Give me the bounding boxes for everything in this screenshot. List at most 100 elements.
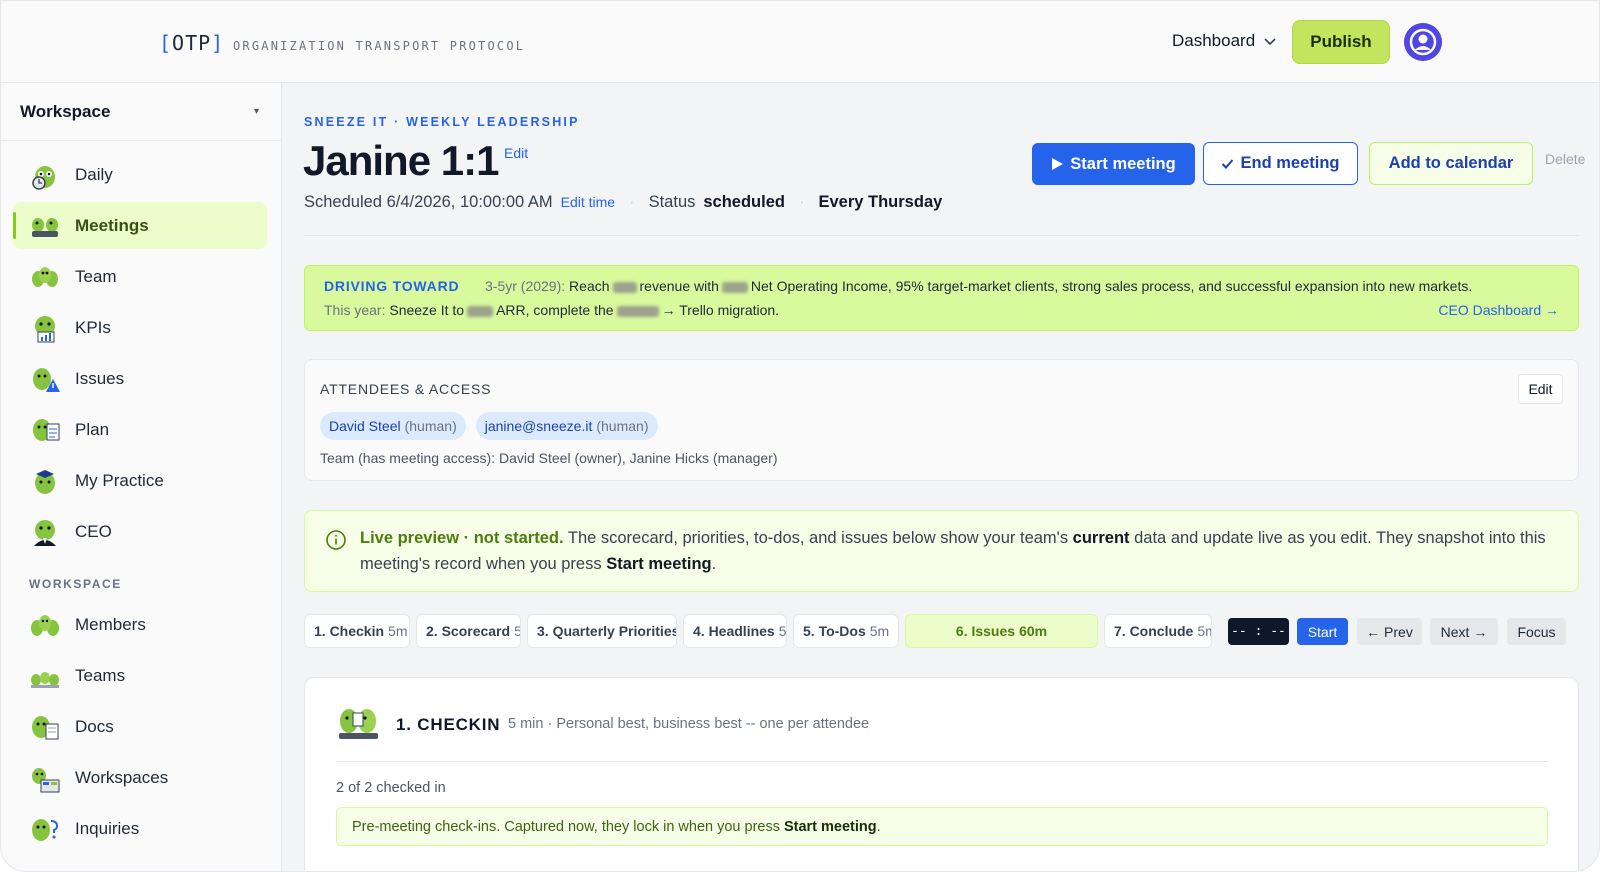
driving-toward-label: DRIVING TOWARD <box>324 278 460 294</box>
status-value: scheduled <box>703 193 785 211</box>
agenda-timer: -- : -- <box>1228 618 1289 645</box>
mascot-inquiries-icon <box>32 818 59 841</box>
breadcrumb[interactable]: SNEEZE IT · WEEKLY LEADERSHIP <box>304 115 580 129</box>
agenda-step-quarterly-priorities[interactable]: 3. Quarterly Priorities5m <box>527 614 677 648</box>
dashboard-select[interactable]: Dashboard <box>1172 31 1277 51</box>
sidebar-item-label: Plan <box>75 419 110 439</box>
publish-button[interactable]: Publish <box>1292 20 1390 64</box>
mascot-checkin-icon <box>339 709 378 739</box>
avatar[interactable] <box>1404 23 1442 61</box>
step-label: 1. Checkin <box>314 623 385 639</box>
attendee-kind: (human) <box>404 418 457 434</box>
scheduled-time: Scheduled 6/4/2026, 10:00:00 AM <box>304 193 553 211</box>
this-year-text: → Trello migration. <box>661 302 780 318</box>
edit-time-link[interactable]: Edit time <box>561 194 615 210</box>
sidebar-item-docs[interactable]: Docs <box>13 703 267 750</box>
step-minutes: 5m <box>514 623 520 639</box>
agenda-step-todos[interactable]: 5. To-Dos 5m <box>793 614 899 648</box>
agenda-step-conclude[interactable]: 7. Conclude5m <box>1104 614 1212 648</box>
agenda-step-checkin[interactable]: 1. Checkin 5m <box>304 614 410 648</box>
mascot-ceo-icon <box>34 519 56 546</box>
checkin-count: 2 of 2 checked in <box>336 780 446 796</box>
redacted-value <box>467 305 494 317</box>
attendee-name: David Steel <box>329 418 401 434</box>
sidebar-item-my-practice[interactable]: My Practice <box>13 457 267 504</box>
divider <box>304 235 1579 236</box>
checkin-section: 1. CHECKIN 5 min · Personal best, busine… <box>304 677 1579 871</box>
agenda-next-button[interactable]: Next → <box>1430 618 1498 645</box>
sidebar-item-daily[interactable]: Daily <box>13 151 267 198</box>
add-to-calendar-button[interactable]: Add to calendar <box>1369 142 1533 185</box>
agenda-step-headlines[interactable]: 4. Headlines5m <box>683 614 787 648</box>
mascot-workspaces-icon <box>32 767 60 792</box>
preview-bold: current <box>1072 529 1130 547</box>
sidebar-item-issues[interactable]: Issues <box>13 355 267 402</box>
preview-text: The scorecard, priorities, to-dos, and i… <box>567 529 1069 547</box>
sidebar-item-workspaces[interactable]: Workspaces <box>13 754 267 801</box>
sidebar-item-ceo[interactable]: CEO <box>13 508 267 555</box>
mascot-issues-icon <box>33 367 60 392</box>
sidebar-section-heading: WORKSPACE <box>29 577 122 591</box>
live-preview-banner: Live preview · not started. The scorecar… <box>304 510 1579 592</box>
agenda-step-scorecard[interactable]: 2. Scorecard5m <box>416 614 521 648</box>
sidebar-item-label: KPIs <box>75 317 111 337</box>
checkin-subtitle: 5 min · Personal best, business best -- … <box>508 716 870 732</box>
attendee-chip[interactable]: janine@sneeze.it (human) <box>475 412 658 440</box>
sidebar-item-label: Inquiries <box>75 818 140 838</box>
main-content: SNEEZE IT · WEEKLY LEADERSHIP Janine 1:1… <box>282 83 1599 871</box>
step-minutes: 5m <box>869 623 890 639</box>
edit-title-link[interactable]: Edit <box>504 145 528 161</box>
long-term-text: Net Operating Income, 95% target-market … <box>750 278 1473 294</box>
long-term-prefix: 3-5yr (2029): <box>485 278 566 294</box>
delete-button[interactable]: Delete <box>1545 151 1585 167</box>
redacted-value <box>616 305 659 317</box>
step-minutes: 60m <box>1019 623 1048 639</box>
attendees-card: ATTENDEES & ACCESS Edit David Steel (hum… <box>304 359 1579 481</box>
sidebar-item-label: CEO <box>75 521 112 541</box>
workspace-switcher[interactable]: Workspace ▾ <box>1 83 281 141</box>
step-label: 7. Conclude <box>1114 623 1194 639</box>
start-meeting-button[interactable]: Start meeting <box>1032 143 1195 185</box>
info-icon <box>326 530 346 550</box>
agenda-prev-button[interactable]: ← Prev <box>1357 618 1422 645</box>
end-meeting-label: End meeting <box>1240 154 1340 172</box>
sidebar-item-members[interactable]: Members <box>13 601 267 648</box>
agenda-step-issues[interactable]: 6. Issues 60m <box>905 614 1098 648</box>
sidebar-item-teams[interactable]: Teams <box>13 652 267 699</box>
sidebar-item-plan[interactable]: Plan <box>13 406 267 453</box>
start-meeting-label: Start meeting <box>1070 154 1176 173</box>
logo-bracket-left: [ <box>159 31 173 55</box>
mascot-meetings-icon <box>32 217 58 237</box>
divider <box>336 761 1548 762</box>
page-title: Janine 1:1 <box>303 137 499 184</box>
sidebar-item-inquiries[interactable]: Inquiries <box>13 805 267 852</box>
preview-text: . <box>711 555 717 573</box>
sidebar-item-meetings[interactable]: Meetings <box>13 202 267 249</box>
ceo-dashboard-link[interactable]: CEO Dashboard → <box>1438 302 1559 318</box>
step-minutes: 5m <box>1197 623 1211 639</box>
mascot-team-icon <box>32 266 58 287</box>
checkin-note-text: . <box>876 818 881 835</box>
this-year-text: Sneeze It to <box>389 302 465 318</box>
this-year-text: ARR, complete the <box>496 302 614 318</box>
long-term-goal: 3-5yr (2029): Reach revenue with Net Opera… <box>485 278 1472 294</box>
status-label: Status <box>648 193 696 211</box>
redacted-value <box>612 281 637 293</box>
sidebar-item-label: Issues <box>75 368 125 388</box>
end-meeting-button[interactable]: End meeting <box>1203 142 1358 185</box>
agenda-start-button[interactable]: Start <box>1297 618 1348 645</box>
step-minutes: 5m <box>388 623 408 639</box>
sidebar-item-label: Members <box>75 614 146 634</box>
driving-toward-banner: DRIVING TOWARD 3-5yr (2029): Reach revenu… <box>304 265 1579 331</box>
preview-highlight: Live preview · not started. <box>360 529 564 547</box>
logo[interactable]: [OTP] <box>159 31 224 55</box>
this-year-goal: This year: Sneeze It to ARR, complete the… <box>324 302 779 318</box>
sidebar-item-team[interactable]: Team <box>13 253 267 300</box>
edit-attendees-button[interactable]: Edit <box>1518 374 1563 404</box>
agenda-focus-button[interactable]: Focus <box>1507 618 1566 645</box>
step-label: 2. Scorecard <box>426 623 511 639</box>
sidebar-item-kpis[interactable]: KPIs <box>13 304 267 351</box>
attendee-chip[interactable]: David Steel (human) <box>320 412 466 440</box>
live-preview-text: Live preview · not started. The scorecar… <box>360 525 1550 577</box>
team-access-text: Team (has meeting access): David Steel (… <box>320 450 778 466</box>
